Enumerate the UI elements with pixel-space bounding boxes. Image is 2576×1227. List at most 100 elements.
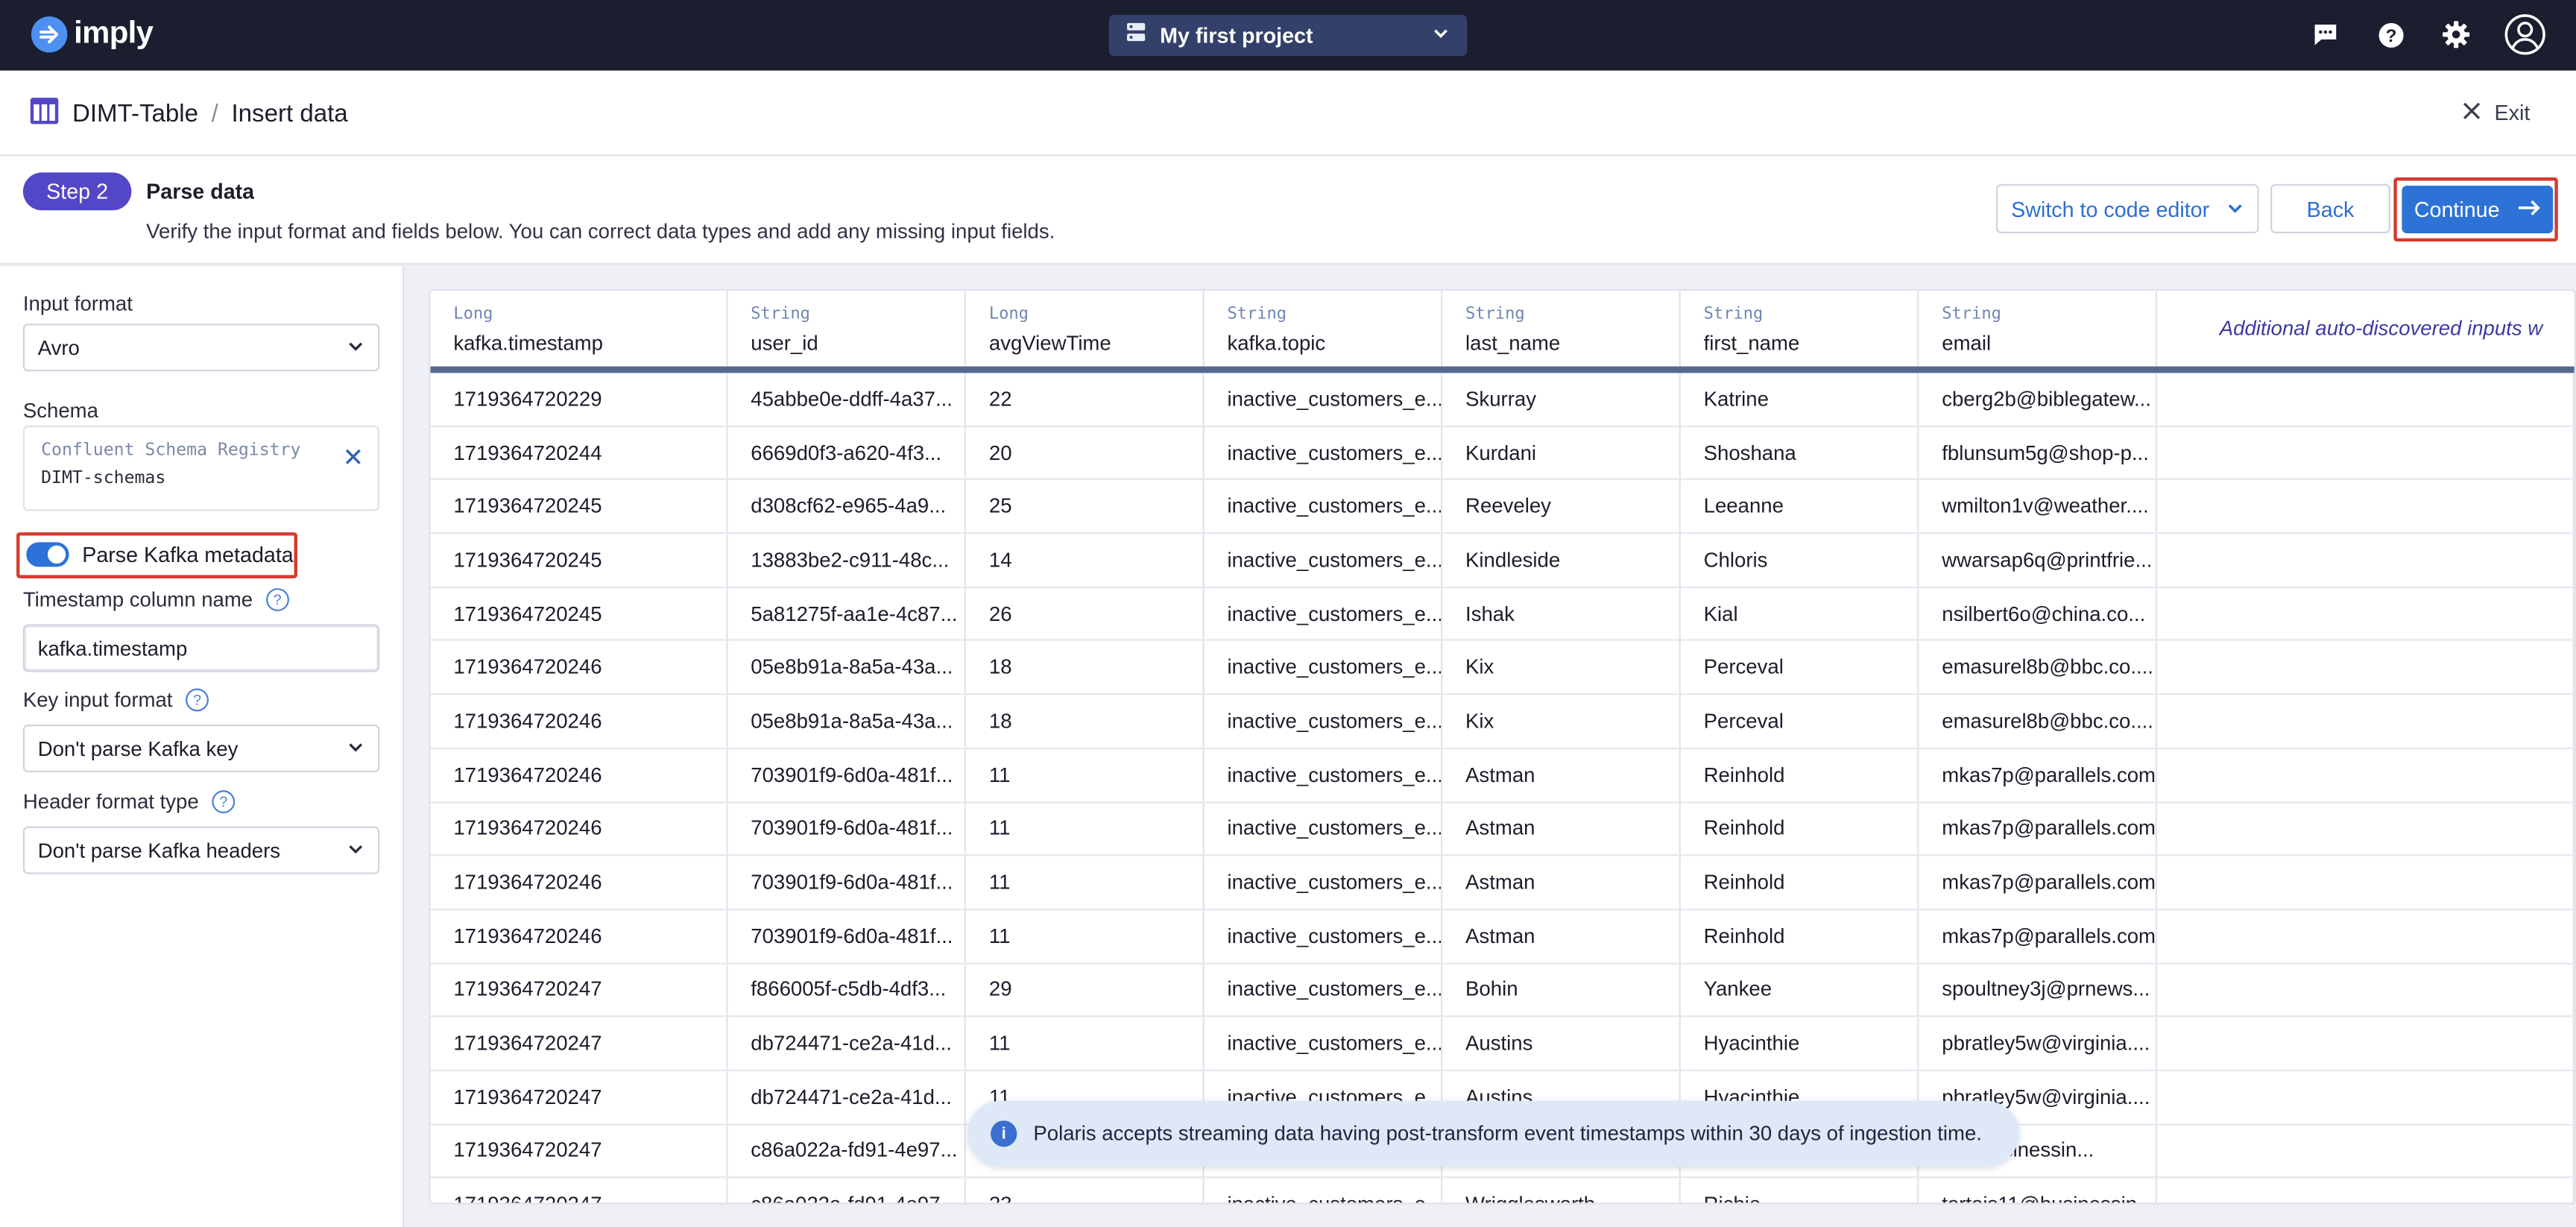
table-cell: Bohin (1442, 963, 1681, 1016)
svg-text:?: ? (2385, 25, 2396, 45)
timestamp-column-input[interactable]: kafka.timestamp (22, 624, 380, 672)
info-toast: i Polaris accepts streaming data having … (967, 1100, 2019, 1167)
table-cell: 703901f9-6d0a-481f... (727, 802, 967, 855)
back-button[interactable]: Back (2270, 183, 2390, 233)
key-format-value: Don't parse Kafka key (37, 736, 239, 760)
table-row: 1719364720247 f866005f-c5db-4df3... 29 inac… (430, 963, 2575, 1018)
header-format-value: Don't parse Kafka headers (37, 839, 281, 862)
column-header[interactable]: Long kafka.timestamp (430, 291, 728, 367)
step-title: Parse data (146, 179, 255, 204)
breadcrumb-separator: / (211, 100, 218, 128)
continue-label: Continue (2414, 197, 2500, 222)
exit-button[interactable]: Exit (2463, 100, 2530, 125)
table-cell: inactive_customers_e... (1205, 373, 1443, 426)
table-row: 1719364720247c86a022a-fd91-4e97...23inac… (430, 1179, 2575, 1203)
remove-schema-icon[interactable] (345, 441, 362, 472)
timestamp-label: Timestamp column name (22, 588, 253, 611)
table-cell: 05e8b91a-8a5a-43a... (727, 641, 967, 694)
table-cell: 13883be2-c911-48c... (727, 534, 967, 587)
table-cell: Leeanne (1681, 480, 1919, 533)
column-header[interactable]: String user_id (727, 291, 967, 367)
switch-to-code-editor-button[interactable]: Switch to code editor (1995, 183, 2259, 233)
table-cell: Ishak (1442, 587, 1681, 640)
column-name: kafka.topic (1227, 332, 1326, 356)
arrow-right-icon (2516, 197, 2541, 221)
table-cell: 25 (966, 480, 1205, 533)
table-cell: 703901f9-6d0a-481f... (727, 748, 967, 801)
help-icon[interactable]: ? (186, 688, 209, 712)
data-preview-table[interactable]: Long kafka.timestamp String user_id Long avgV… (429, 288, 2576, 1205)
breadcrumb: DIMT-Table / Insert data (30, 97, 348, 131)
column-name: email (1942, 332, 1992, 356)
table-cell: Kindleside (1442, 534, 1681, 587)
table-cell-empty (2157, 802, 2575, 855)
gear-icon[interactable] (2438, 13, 2474, 56)
user-avatar-icon[interactable] (2504, 13, 2546, 56)
additional-inputs-header: Additional auto-discovered inputs w (2219, 317, 2543, 341)
key-format-label: Key input format (22, 688, 173, 712)
column-type: String (751, 305, 810, 324)
table-cell: nsilbert6o@china.co... (1919, 587, 2157, 640)
table-cell: 45abbe0e-ddff-4a37... (727, 373, 967, 426)
table-cell: 26 (966, 587, 1205, 640)
table-row: 1719364720244 6669d0f3-a620-4f3... 20 inact… (430, 426, 2575, 481)
table-cell: tortois11@businessin... (1919, 1179, 2157, 1203)
help-icon[interactable]: ? (2373, 13, 2408, 56)
schema-name: DIMT-schemas (41, 468, 166, 488)
chat-icon[interactable] (2307, 13, 2343, 56)
help-icon[interactable]: ? (212, 790, 236, 814)
table-cell: 11 (966, 802, 1205, 855)
table-cell: Astman (1442, 856, 1681, 909)
table-cell: spoultney3j@prnews... (1919, 963, 2157, 1016)
switch-label: Switch to code editor (2011, 196, 2210, 221)
table-cell: d308cf62-e965-4a9... (727, 480, 967, 533)
continue-button[interactable]: Continue (2402, 186, 2554, 233)
header-format-select[interactable]: Don't parse Kafka headers (22, 826, 380, 874)
table-cell: 1719364720246 (430, 909, 728, 962)
info-icon: i (991, 1120, 1017, 1147)
table-cell: 1719364720246 (430, 802, 728, 855)
chevron-down-icon (347, 839, 364, 862)
table-cell: inactive_customers_e... (1205, 534, 1443, 587)
table-cell: mkas7p@parallels.com (1919, 909, 2157, 962)
column-header[interactable]: String email (1919, 291, 2157, 367)
input-format-label: Input format (22, 292, 133, 316)
table-cell: 703901f9-6d0a-481f... (727, 856, 967, 909)
parse-kafka-toggle[interactable] (26, 542, 69, 567)
table-cell-empty (2157, 1124, 2575, 1177)
table-cell-empty (2157, 480, 2575, 533)
table-cell-empty (2157, 534, 2575, 587)
table-cell: c86a022a-fd91-4e97... (727, 1179, 967, 1203)
breadcrumb-table[interactable]: DIMT-Table (72, 100, 198, 127)
table-cell: Kix (1442, 695, 1681, 748)
column-header[interactable]: String first_name (1681, 291, 1919, 367)
column-header[interactable]: Long avgViewTime (966, 291, 1205, 367)
table-row: 1719364720246 703901f9-6d0a-481f... 11 inac… (430, 909, 2575, 964)
key-input-format-select[interactable]: Don't parse Kafka key (22, 725, 380, 772)
help-icon[interactable]: ? (265, 588, 289, 611)
timestamp-label-row: Timestamp column name ? (23, 588, 289, 611)
table-cell: Reeveley (1442, 480, 1681, 533)
input-format-select[interactable]: Avro (22, 324, 380, 372)
table-cell: 1719364720229 (430, 373, 728, 426)
table-cell: f866005f-c5db-4df3... (727, 963, 967, 1016)
table-cell: 1719364720245 (430, 587, 728, 640)
column-name: user_id (751, 332, 818, 356)
parse-kafka-toggle-row[interactable]: Parse Kafka metadata (26, 542, 294, 567)
table-cell: Austins (1442, 1017, 1681, 1070)
column-header[interactable]: String last_name (1442, 291, 1681, 367)
schema-label: Schema (22, 399, 98, 423)
page-header: DIMT-Table / Insert data Exit (0, 70, 2576, 157)
table-cell: 1719364720246 (430, 748, 728, 801)
table-cell: 6669d0f3-a620-4f3... (727, 426, 967, 479)
table-cell-empty (2157, 641, 2575, 694)
chevron-down-icon (347, 737, 364, 760)
table-cell-empty (2157, 856, 2575, 909)
table-cell-empty (2157, 1179, 2575, 1203)
header-format-label-row: Header format type ? (23, 790, 236, 814)
column-header[interactable]: String kafka.topic (1205, 291, 1443, 367)
imply-logo[interactable]: imply (31, 16, 154, 53)
project-selector[interactable]: My first project (1108, 14, 1468, 56)
table-cell: db724471-ce2a-41d... (727, 1070, 967, 1123)
schema-card[interactable]: Confluent Schema Registry DIMT-schemas (22, 425, 380, 511)
